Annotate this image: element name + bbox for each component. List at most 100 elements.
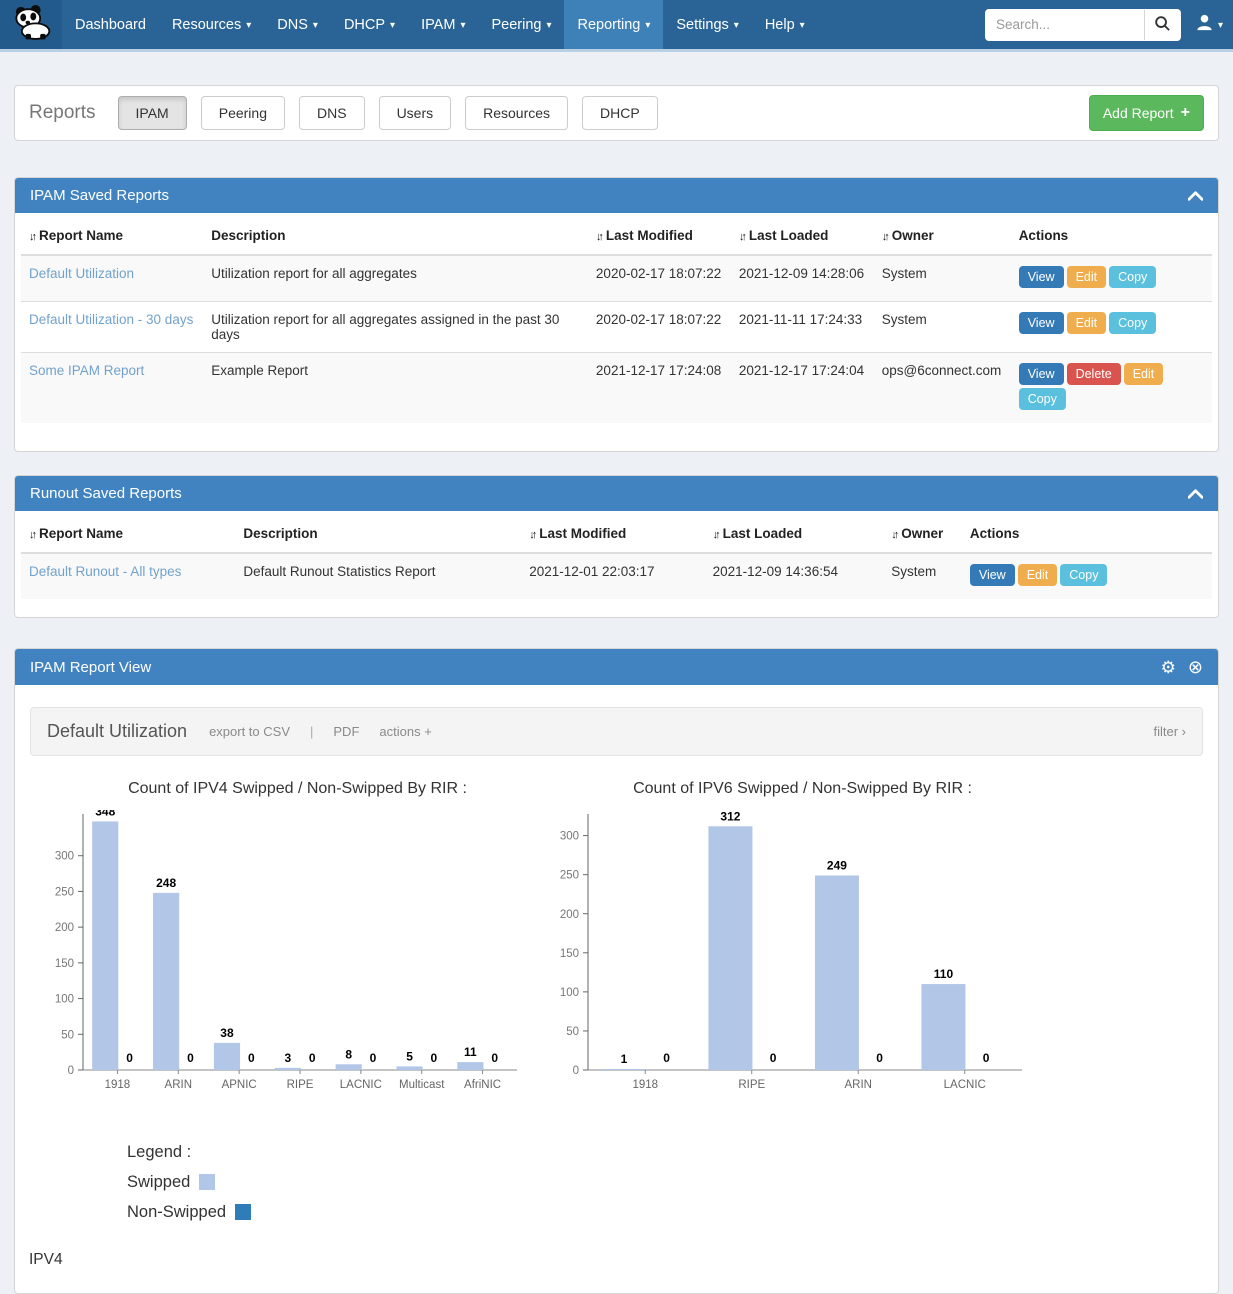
view-button[interactable]: View bbox=[970, 564, 1015, 586]
toolbar-link-export-to-csv[interactable]: export to CSV bbox=[209, 724, 290, 739]
tab-resources[interactable]: Resources bbox=[465, 96, 568, 130]
legend-title: Legend : bbox=[127, 1143, 191, 1162]
svg-text:150: 150 bbox=[55, 958, 74, 970]
report-name-link[interactable]: Default Utilization bbox=[29, 266, 134, 281]
cell-report-name: Default Runout - All types bbox=[21, 553, 235, 599]
nav-item-peering[interactable]: Peering▾ bbox=[478, 0, 564, 49]
close-circle-icon[interactable]: ⊗ bbox=[1188, 658, 1203, 676]
nav-item-help[interactable]: Help ▾ bbox=[752, 0, 818, 49]
filter-label: filter bbox=[1153, 724, 1178, 739]
svg-text:300: 300 bbox=[560, 831, 579, 843]
add-report-button[interactable]: Add Report + bbox=[1089, 95, 1204, 131]
cell-description: Example Report bbox=[203, 353, 588, 424]
nav-item-label: Help bbox=[765, 17, 795, 33]
add-report-label: Add Report bbox=[1103, 105, 1174, 121]
column-header-report-name[interactable]: ↓↑Report Name bbox=[21, 515, 235, 553]
nav-item-settings[interactable]: Settings▾ bbox=[663, 0, 751, 49]
app-logo[interactable] bbox=[0, 0, 62, 49]
charts-row: Count of IPV4 Swipped / Non-Swipped By R… bbox=[15, 780, 1218, 1107]
chevron-down-icon: ▾ bbox=[645, 20, 650, 31]
column-header-owner[interactable]: ↓↑Owner bbox=[883, 515, 962, 553]
legend-color-swatch bbox=[199, 1174, 215, 1190]
chevron-down-icon: ▾ bbox=[460, 20, 465, 31]
svg-text:150: 150 bbox=[560, 948, 579, 960]
edit-button[interactable]: Edit bbox=[1018, 564, 1058, 586]
chevron-down-icon: ▾ bbox=[1218, 20, 1223, 31]
bar-chart-ipv6: Count of IPV6 Swipped / Non-Swipped By R… bbox=[550, 780, 1055, 1107]
chevron-down-icon: ▾ bbox=[734, 20, 739, 31]
toolbar-link-actions[interactable]: actions + bbox=[379, 724, 431, 739]
report-name-link[interactable]: Default Utilization - 30 days bbox=[29, 312, 193, 327]
report-name-link[interactable]: Some IPAM Report bbox=[29, 363, 144, 378]
sort-icon: ↓↑ bbox=[29, 231, 34, 243]
svg-text:11: 11 bbox=[464, 1045, 477, 1059]
edit-button[interactable]: Edit bbox=[1067, 312, 1107, 334]
column-header-report-name[interactable]: ↓↑Report Name bbox=[21, 217, 203, 255]
svg-text:ARIN: ARIN bbox=[845, 1079, 872, 1091]
copy-button[interactable]: Copy bbox=[1109, 266, 1156, 288]
ipam-report-view-panel: IPAM Report View ⚙ ⊗ Default Utilization… bbox=[14, 648, 1219, 1294]
svg-text:Multicast: Multicast bbox=[399, 1079, 445, 1091]
svg-text:8: 8 bbox=[345, 1047, 352, 1061]
nav-item-label: Reporting bbox=[577, 17, 640, 33]
delete-button[interactable]: Delete bbox=[1067, 363, 1121, 385]
nav-item-label: Dashboard bbox=[75, 17, 146, 33]
tab-users[interactable]: Users bbox=[379, 96, 452, 130]
nav-item-label: Peering bbox=[491, 17, 541, 33]
cell-last-loaded: 2021-12-09 14:36:54 bbox=[705, 553, 884, 599]
view-button[interactable]: View bbox=[1019, 266, 1064, 288]
nav-item-ipam[interactable]: IPAM▾ bbox=[408, 0, 478, 49]
nav-item-resources[interactable]: Resources▾ bbox=[159, 0, 264, 49]
table-row: Default Utilization - 30 daysUtilization… bbox=[21, 302, 1212, 353]
view-button[interactable]: View bbox=[1019, 363, 1064, 385]
sort-icon: ↓↑ bbox=[29, 529, 34, 541]
search-input[interactable] bbox=[986, 10, 1144, 40]
page-title: Reports bbox=[29, 102, 96, 124]
svg-text:3: 3 bbox=[284, 1051, 291, 1065]
filter-link[interactable]: filter › bbox=[1153, 724, 1186, 739]
chart-title: Count of IPV4 Swipped / Non-Swipped By R… bbox=[45, 780, 550, 798]
column-header-owner[interactable]: ↓↑Owner bbox=[874, 217, 1011, 255]
nav-item-reporting[interactable]: Reporting ▾ bbox=[564, 0, 663, 49]
cell-actions: ViewEditCopy bbox=[962, 553, 1212, 599]
cell-actions: ViewDeleteEdit Copy bbox=[1011, 353, 1212, 424]
column-header-last-loaded[interactable]: ↓↑Last Loaded bbox=[705, 515, 884, 553]
tab-dhcp[interactable]: DHCP bbox=[582, 96, 658, 130]
report-name-link[interactable]: Default Runout - All types bbox=[29, 564, 181, 579]
view-button[interactable]: View bbox=[1019, 312, 1064, 334]
search-button[interactable] bbox=[1144, 10, 1180, 40]
svg-text:0: 0 bbox=[573, 1065, 579, 1077]
nav-item-dhcp[interactable]: DHCP▾ bbox=[331, 0, 408, 49]
gear-icon[interactable]: ⚙ bbox=[1161, 659, 1176, 676]
tab-dns[interactable]: DNS bbox=[299, 96, 365, 130]
copy-button[interactable]: Copy bbox=[1019, 388, 1066, 410]
collapse-chevron-up-icon[interactable] bbox=[1188, 489, 1203, 499]
runout-saved-reports-header: Runout Saved Reports bbox=[15, 476, 1218, 511]
toolbar-link-pdf[interactable]: PDF bbox=[333, 724, 359, 739]
sort-icon: ↓↑ bbox=[882, 231, 887, 243]
tab-peering[interactable]: Peering bbox=[201, 96, 285, 130]
tab-ipam[interactable]: IPAM bbox=[118, 96, 187, 130]
copy-button[interactable]: Copy bbox=[1060, 564, 1107, 586]
column-header-last-modified[interactable]: ↓↑Last Modified bbox=[588, 217, 731, 255]
svg-text:250: 250 bbox=[55, 886, 74, 898]
nav-item-dns[interactable]: DNS▾ bbox=[264, 0, 331, 49]
svg-text:RIPE: RIPE bbox=[738, 1079, 765, 1091]
nav-item-dashboard[interactable]: Dashboard bbox=[62, 0, 159, 49]
edit-button[interactable]: Edit bbox=[1124, 363, 1164, 385]
svg-text:312: 312 bbox=[720, 810, 740, 823]
legend-color-swatch bbox=[235, 1204, 251, 1220]
report-category-tabs: IPAM Peering DNS Users Resources DHCP bbox=[118, 96, 658, 130]
svg-text:0: 0 bbox=[309, 1051, 316, 1065]
chevron-down-icon: ▾ bbox=[800, 20, 805, 31]
column-header-last-loaded[interactable]: ↓↑Last Loaded bbox=[731, 217, 874, 255]
column-header-description: Description bbox=[203, 217, 588, 255]
column-header-last-modified[interactable]: ↓↑Last Modified bbox=[521, 515, 704, 553]
collapse-chevron-up-icon[interactable] bbox=[1188, 191, 1203, 201]
user-menu[interactable]: ▾ bbox=[1195, 13, 1223, 37]
cell-description: Utilization report for all aggregates bbox=[203, 255, 588, 302]
column-header-actions: Actions bbox=[962, 515, 1212, 553]
copy-button[interactable]: Copy bbox=[1109, 312, 1156, 334]
svg-text:50: 50 bbox=[566, 1026, 579, 1038]
edit-button[interactable]: Edit bbox=[1067, 266, 1107, 288]
